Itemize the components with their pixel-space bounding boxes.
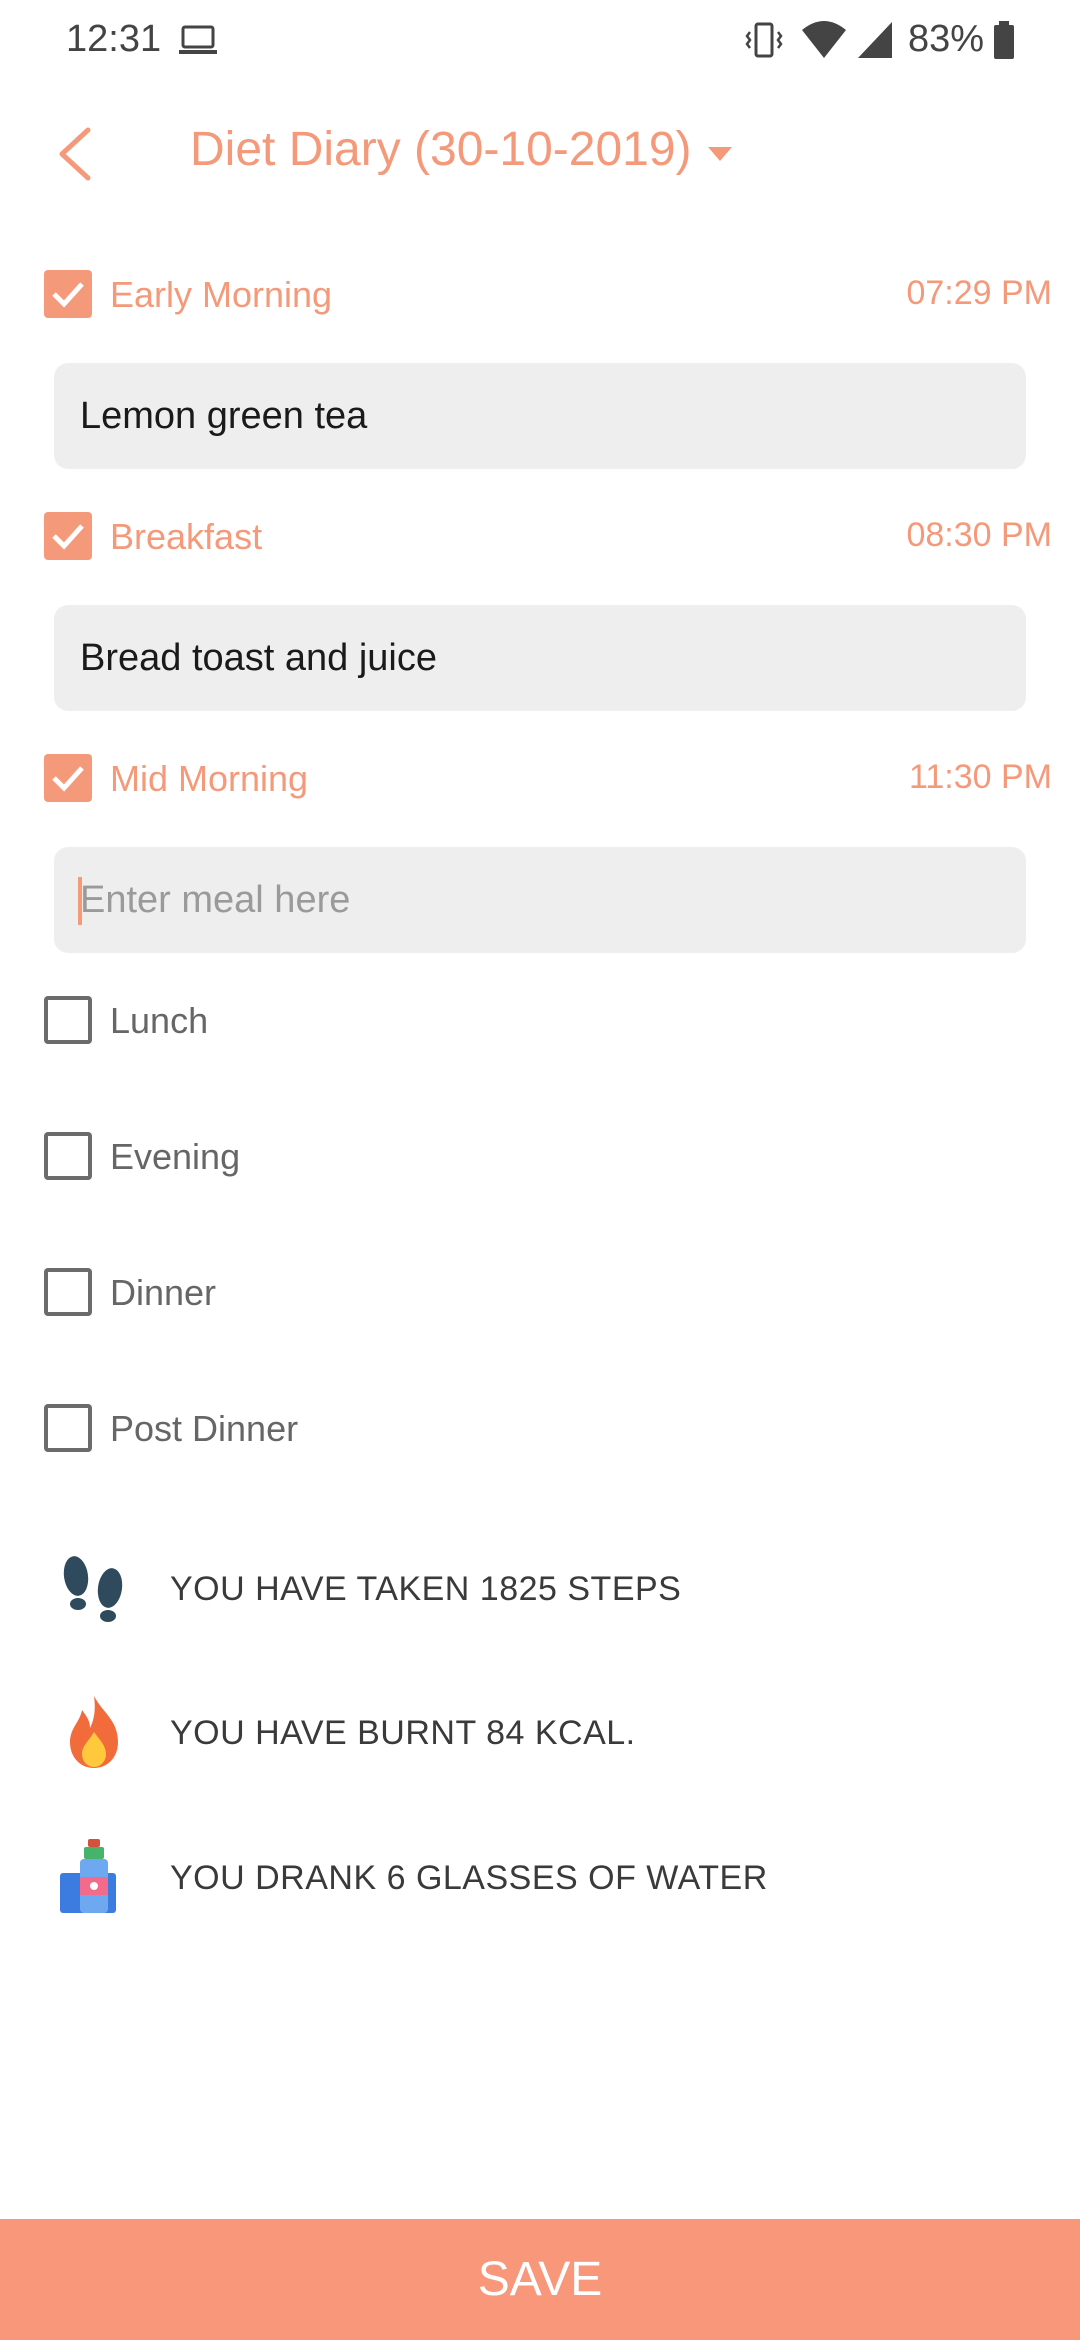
battery-percent: 83% xyxy=(908,18,985,60)
meal-row-mid-morning: Mid Morning 11:30 PM xyxy=(0,746,1080,810)
check-icon xyxy=(52,766,84,792)
meal-row-dinner: Dinner xyxy=(0,1260,1080,1324)
steps-text: YOU HAVE TAKEN 1825 STEPS xyxy=(170,1570,682,1608)
calories-text: YOU HAVE BURNT 84 KCAL. xyxy=(170,1714,636,1752)
meal-label-dinner: Dinner xyxy=(110,1272,217,1313)
meal-time-breakfast[interactable]: 08:30 PM xyxy=(906,516,1052,555)
water-text: YOU DRANK 6 GLASSES OF WATER xyxy=(170,1859,768,1897)
meal-input-early-morning[interactable]: Lemon green tea xyxy=(54,363,1026,469)
lunch-checkbox[interactable] xyxy=(44,996,92,1044)
flame-icon xyxy=(70,1696,118,1768)
early-morning-checkbox[interactable] xyxy=(44,270,92,318)
back-button[interactable] xyxy=(44,114,108,194)
footprints-icon xyxy=(63,1556,123,1622)
mid-morning-checkbox[interactable] xyxy=(44,754,92,802)
text-caret xyxy=(78,877,82,925)
evening-checkbox[interactable] xyxy=(44,1132,92,1180)
app-bar: Diet Diary (30-10-2019) xyxy=(0,100,1080,210)
status-bar: 12:31 83% xyxy=(0,0,1080,80)
battery-icon xyxy=(994,21,1014,59)
meal-label-mid-morning: Mid Morning xyxy=(110,758,309,799)
chevron-left-icon xyxy=(59,127,91,181)
meal-input-mid-morning[interactable]: Enter meal here xyxy=(54,847,1026,953)
dinner-checkbox[interactable] xyxy=(44,1268,92,1316)
vibrate-icon xyxy=(745,22,783,58)
meal-row-breakfast: Breakfast 08:30 PM xyxy=(0,504,1080,568)
meal-input-placeholder: Enter meal here xyxy=(80,879,351,921)
laptop-icon xyxy=(179,25,217,54)
meal-label-lunch: Lunch xyxy=(110,1000,209,1041)
meal-time-mid-morning[interactable]: 11:30 PM xyxy=(909,758,1052,797)
post-dinner-checkbox[interactable] xyxy=(44,1404,92,1452)
status-time: 12:31 xyxy=(66,18,162,60)
caret-down-icon[interactable] xyxy=(706,144,734,164)
meal-row-evening: Evening xyxy=(0,1124,1080,1188)
page-title[interactable]: Diet Diary (30-10-2019) xyxy=(190,122,692,177)
meal-entry-text: Lemon green tea xyxy=(80,395,368,437)
wifi-icon xyxy=(802,21,846,58)
meal-label-breakfast: Breakfast xyxy=(110,516,263,557)
meal-entry-text: Bread toast and juice xyxy=(80,637,438,679)
breakfast-checkbox[interactable] xyxy=(44,512,92,560)
save-button[interactable]: SAVE xyxy=(0,2219,1080,2340)
meal-time-early-morning[interactable]: 07:29 PM xyxy=(906,274,1052,313)
water-bottle-icon xyxy=(60,1839,116,1913)
signal-icon xyxy=(858,22,892,58)
check-icon xyxy=(52,282,84,308)
meal-input-breakfast[interactable]: Bread toast and juice xyxy=(54,605,1026,711)
water-stat: YOU DRANK 6 GLASSES OF WATER xyxy=(0,1827,1080,1927)
meal-row-post-dinner: Post Dinner xyxy=(0,1396,1080,1460)
meal-row-lunch: Lunch xyxy=(0,988,1080,1052)
meal-label-post-dinner: Post Dinner xyxy=(110,1408,299,1449)
meal-label-early-morning: Early Morning xyxy=(110,274,333,315)
meal-row-early-morning: Early Morning 07:29 PM xyxy=(0,262,1080,326)
steps-stat: YOU HAVE TAKEN 1825 STEPS xyxy=(0,1538,1080,1638)
check-icon xyxy=(52,524,84,550)
calories-stat: YOU HAVE BURNT 84 KCAL. xyxy=(0,1682,1080,1782)
meal-label-evening: Evening xyxy=(110,1136,241,1177)
